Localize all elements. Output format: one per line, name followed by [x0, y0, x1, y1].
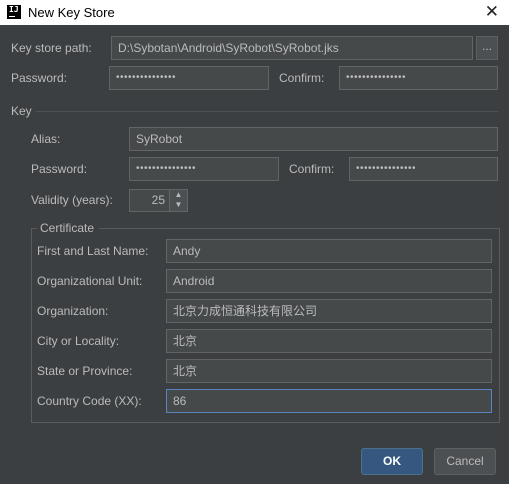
- spinner-up-icon[interactable]: ▲: [170, 190, 187, 200]
- title-bar: IJ New Key Store ✕: [0, 0, 509, 25]
- keystore-password-input[interactable]: •••••••••••••••: [109, 66, 269, 90]
- first-last-name-label: First and Last Name:: [37, 244, 149, 258]
- organizational-unit-input[interactable]: Android: [166, 269, 492, 293]
- first-last-name-input[interactable]: Andy: [166, 239, 492, 263]
- key-password-input[interactable]: •••••••••••••••: [129, 157, 279, 181]
- organization-label: Organization:: [37, 304, 109, 318]
- certificate-section-title: Certificate: [40, 221, 95, 235]
- alias-input[interactable]: SyRobot: [129, 127, 498, 151]
- browse-button[interactable]: ...: [476, 36, 498, 60]
- key-section-title: Key: [11, 104, 32, 118]
- key-password-label: Password:: [31, 162, 88, 176]
- validity-value[interactable]: 25: [152, 190, 165, 211]
- key-section-divider: [36, 111, 498, 112]
- intellij-app-icon: IJ: [7, 5, 21, 19]
- organization-input[interactable]: 北京力成恒通科技有限公司: [166, 299, 492, 323]
- city-locality-input[interactable]: 北京: [166, 329, 492, 353]
- ok-button[interactable]: OK: [361, 448, 423, 475]
- alias-label: Alias:: [31, 132, 61, 146]
- key-store-path-input[interactable]: D:\Sybotan\Android\SyRobot\SyRobot.jks: [111, 36, 473, 60]
- keystore-confirm-input[interactable]: •••••••••••••••: [339, 66, 498, 90]
- keystore-password-label: Password:: [11, 71, 68, 85]
- state-province-input[interactable]: 北京: [166, 359, 492, 383]
- state-province-label: State or Province:: [37, 364, 133, 378]
- validity-label: Validity (years):: [31, 193, 113, 207]
- cancel-button[interactable]: Cancel: [434, 448, 496, 475]
- spinner-buttons: ▲ ▼: [169, 190, 187, 211]
- window-title: New Key Store: [28, 5, 115, 20]
- close-icon[interactable]: ✕: [485, 2, 499, 22]
- validity-spinner[interactable]: 25 ▲ ▼: [129, 189, 188, 212]
- key-confirm-input[interactable]: •••••••••••••••: [349, 157, 498, 181]
- country-code-input[interactable]: 86: [166, 389, 492, 413]
- key-store-path-label: Key store path:: [11, 41, 92, 55]
- country-code-label: Country Code (XX):: [37, 394, 142, 408]
- city-locality-label: City or Locality:: [37, 334, 120, 348]
- organizational-unit-label: Organizational Unit:: [37, 274, 143, 288]
- key-confirm-label: Confirm:: [289, 162, 335, 176]
- keystore-confirm-label: Confirm:: [279, 71, 325, 85]
- spinner-down-icon[interactable]: ▼: [170, 200, 187, 210]
